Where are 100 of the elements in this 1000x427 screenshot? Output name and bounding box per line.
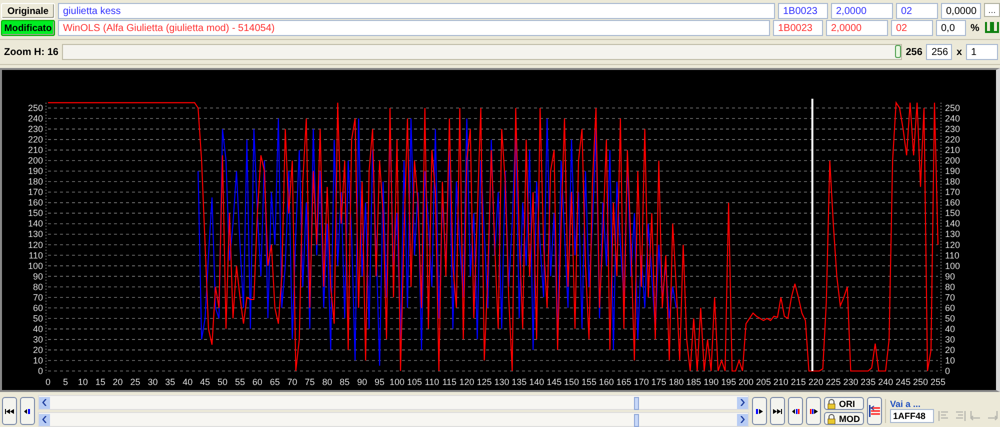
next-difference-button[interactable] [806, 397, 821, 425]
lock-button[interactable]: ORI [824, 397, 864, 410]
scroll-thumb[interactable] [634, 396, 639, 410]
tick-label: 95 [374, 377, 385, 387]
tick-label: 160 [945, 198, 960, 208]
offset-field[interactable]: 0,0 [936, 20, 966, 36]
tick-label: 165 [616, 377, 632, 387]
unit-label: % [970, 22, 980, 34]
tick-label: 230 [945, 124, 960, 134]
scroll-right-button[interactable] [737, 396, 748, 408]
factor-field[interactable]: 1 [966, 44, 998, 60]
tick-label: 25 [130, 377, 140, 387]
tick-label: 180 [945, 176, 960, 187]
file-toggle-button[interactable]: Originale [1, 3, 55, 19]
zoom-value: 256 [906, 46, 922, 58]
offset-field[interactable]: 0,0000 [941, 3, 981, 19]
scroll-right-button[interactable] [737, 414, 748, 426]
chevron-left-icon [42, 416, 47, 423]
type-field[interactable]: 02 [891, 20, 933, 36]
tick-label: 55 [234, 377, 245, 387]
tick-label: 150 [28, 208, 43, 218]
address-field[interactable]: 1AFF48 [890, 409, 934, 423]
goto-label: Vai a ... [890, 399, 922, 409]
tick-label: 160 [598, 377, 614, 387]
tick-label: 80 [945, 282, 956, 292]
tick-label: 235 [860, 377, 876, 387]
times-label: x [956, 46, 962, 58]
tick-label: 205 [756, 377, 771, 387]
tick-label: 220 [808, 377, 824, 387]
zoom-slider[interactable] [62, 44, 902, 60]
tick-label: 140 [28, 218, 43, 229]
tick-label: 130 [945, 229, 960, 240]
chevron-right-icon [740, 399, 745, 406]
first-button[interactable] [2, 397, 17, 425]
tick-label: 80 [32, 282, 43, 292]
scroll-thumb[interactable] [634, 414, 639, 426]
tick-label: 135 [512, 377, 527, 387]
more-button[interactable]: ... [984, 3, 1000, 17]
tick-label: 70 [287, 377, 298, 387]
compare-button[interactable] [867, 397, 882, 425]
factor-field[interactable]: 2,0000 [826, 20, 888, 36]
tick-label: 90 [357, 377, 368, 387]
tick-label: 10 [32, 355, 43, 366]
tick-label: 75 [304, 377, 315, 387]
tick-label: 210 [28, 145, 43, 156]
tick-label: 250 [945, 103, 960, 113]
file-toggle-button[interactable]: Modificato [1, 20, 55, 36]
tick-label: 160 [28, 198, 43, 208]
tick-label: 20 [32, 344, 43, 355]
tick-label: 210 [945, 145, 960, 156]
slider-thumb[interactable] [894, 45, 901, 58]
tick-label: 240 [28, 114, 43, 124]
chevron-left-icon [42, 399, 47, 406]
tick-label: 105 [406, 377, 422, 387]
tick-label: 250 [913, 377, 928, 387]
tick-label: 70 [945, 292, 956, 302]
step-forward-icon [756, 408, 763, 414]
tick-label: 150 [945, 208, 960, 218]
tick-label: 190 [945, 166, 960, 176]
scrollbar[interactable] [38, 395, 749, 410]
last-button[interactable] [770, 397, 785, 425]
tick-label: 70 [32, 292, 43, 302]
scroll-left-button[interactable] [39, 396, 50, 408]
tick-label: 10 [945, 355, 956, 366]
scrollbar[interactable] [38, 412, 749, 427]
tick-label: 30 [945, 334, 956, 344]
file-name-field[interactable]: WinOLS (Alfa Giulietta (giulietta mod) - 514054) [58, 20, 770, 36]
tick-label: 30 [148, 377, 158, 387]
scroll-left-button[interactable] [39, 414, 50, 426]
tick-label: 200 [738, 377, 754, 387]
previous-difference-button[interactable] [788, 397, 803, 425]
tick-label: 0 [945, 366, 950, 376]
tick-label: 115 [442, 377, 457, 387]
tick-label: 255 [930, 377, 946, 387]
next-button[interactable] [752, 397, 767, 425]
previous-button[interactable] [20, 397, 35, 425]
skip-forward-icon [773, 408, 782, 414]
tick-label: 40 [182, 377, 193, 387]
chevron-right-icon [740, 416, 745, 423]
padlock-icon [827, 398, 836, 408]
tick-label: 20 [112, 377, 123, 387]
tick-label: 110 [945, 250, 960, 260]
type-field[interactable]: 02 [896, 3, 938, 19]
file-name-field[interactable]: giulietta kess [58, 3, 775, 19]
step-back-icon [24, 408, 31, 414]
lock-button[interactable]: MOD [824, 412, 864, 425]
tick-label: 30 [32, 334, 43, 344]
tick-label: 40 [945, 324, 956, 334]
skip-back-icon [5, 408, 14, 414]
pulse-icon[interactable] [984, 20, 1000, 34]
tick-label: 0 [46, 377, 50, 387]
code-field[interactable]: 1B0023 [773, 20, 823, 36]
factor-field[interactable]: 2,0000 [831, 3, 893, 19]
code-field[interactable]: 1B0023 [778, 3, 828, 19]
tick-label: 190 [704, 377, 719, 387]
tick-label: 150 [564, 377, 580, 387]
tick-label: 5 [62, 377, 68, 387]
tick-label: 250 [28, 103, 43, 113]
width-field[interactable]: 256 [926, 44, 952, 60]
tick-label: 80 [322, 377, 332, 387]
